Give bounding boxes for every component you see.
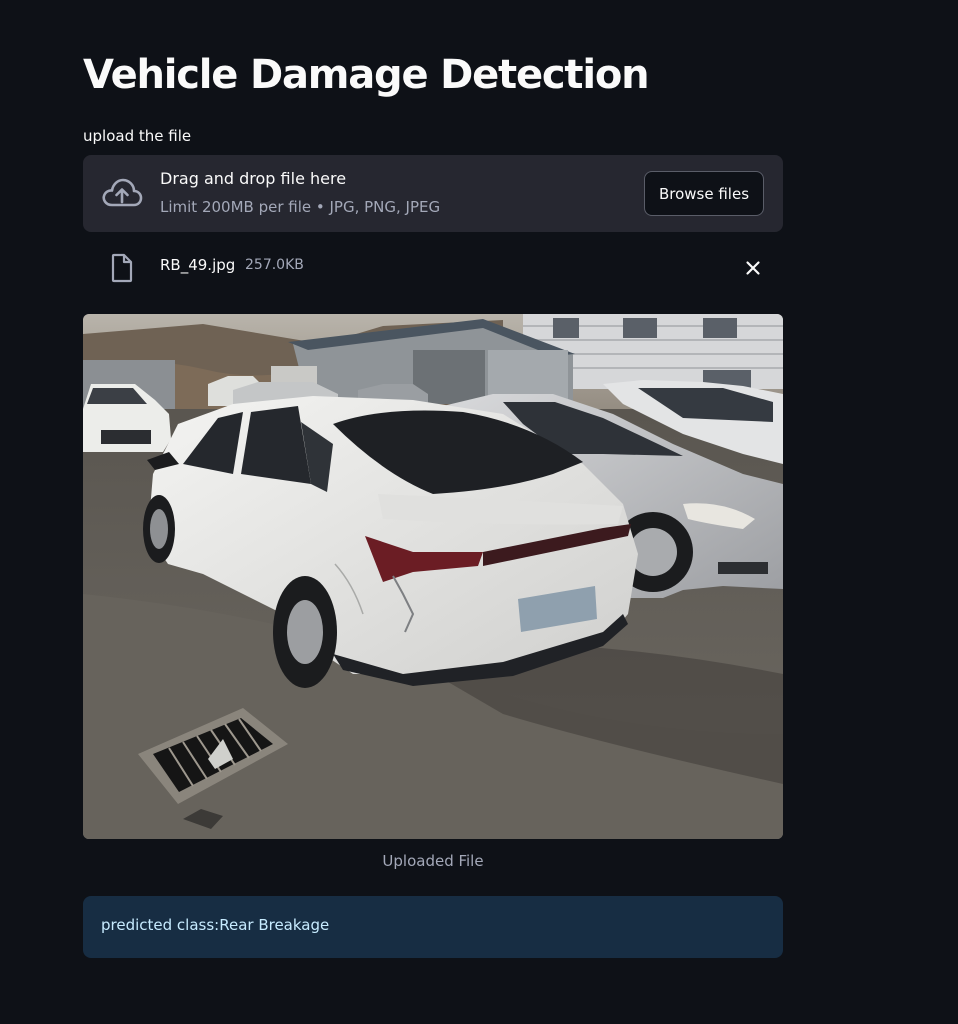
prediction-alert: predicted class:Rear Breakage [83, 896, 783, 958]
dropzone-limit-text: Limit 200MB per file • JPG, PNG, JPEG [160, 198, 441, 216]
page-title: Vehicle Damage Detection [83, 52, 650, 98]
cloud-upload-icon [102, 178, 143, 207]
uploaded-file-row: RB_49.jpg 257.0KB [83, 246, 783, 290]
uploaded-file-name: RB_49.jpg [160, 256, 236, 274]
uploaded-image [83, 314, 783, 839]
file-icon [111, 253, 133, 283]
uploaded-file-size: 257.0KB [245, 257, 304, 273]
close-icon [746, 261, 760, 275]
dropzone-title: Drag and drop file here [160, 169, 347, 188]
app-page: Vehicle Damage Detection upload the file… [0, 0, 958, 1024]
uploader-label: upload the file [83, 127, 192, 145]
remove-file-button[interactable] [739, 255, 767, 281]
browse-files-button[interactable]: Browse files [644, 171, 764, 216]
image-caption: Uploaded File [382, 852, 484, 870]
car-photo-illustration [83, 314, 783, 839]
prediction-text: predicted class:Rear Breakage [101, 916, 330, 934]
file-dropzone[interactable]: Drag and drop file here Limit 200MB per … [83, 155, 783, 232]
